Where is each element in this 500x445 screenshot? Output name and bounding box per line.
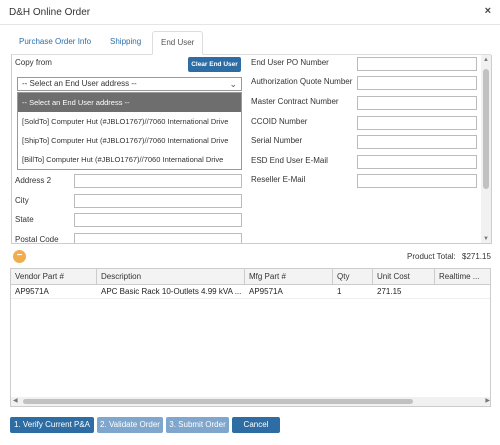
collapse-minus-icon[interactable]: − [13,250,26,263]
submit-order-button[interactable]: 3. Submit Order [166,417,229,433]
hscroll-thumb[interactable] [23,399,413,404]
po-number-label: End User PO Number [251,58,329,67]
scroll-right-icon[interactable]: ▶ [485,397,490,404]
table-row[interactable]: AP9571A APC Basic Rack 10-Outlets 4.99 k… [11,285,490,299]
dropdown-option[interactable]: [BillTo] Computer Hut (#JBLO1767)//7060 … [18,150,241,169]
reseller-email-field[interactable] [357,174,477,188]
clear-end-user-button[interactable]: Clear End User [188,57,241,72]
cell-description: APC Basic Rack 10-Outlets 4.99 kVA ... [101,287,242,296]
reseller-email-label: Reseller E-Mail [251,175,306,184]
col-description[interactable]: Description [97,269,245,285]
dropdown-option[interactable]: [ShipTo] Computer Hut (#JBLO1767)//7060 … [18,131,241,150]
window-title: D&H Online Order [9,7,91,18]
panel-vertical-scrollbar[interactable]: ▲ ▼ [481,55,491,243]
city-field[interactable] [74,194,242,208]
dropdown-option[interactable]: -- Select an End User address -- [18,93,241,112]
master-contract-field[interactable] [357,96,477,110]
cell-unit-cost: 271.15 [377,287,402,296]
col-realtime[interactable]: Realtime ... [435,269,490,285]
scroll-left-icon[interactable]: ◀ [13,397,18,404]
scroll-thumb[interactable] [483,69,489,189]
cell-mfg-part: AP9571A [249,287,283,296]
address2-label: Address 2 [15,176,52,185]
header-divider [0,24,500,25]
scroll-down-icon[interactable]: ▼ [483,236,489,242]
esd-email-label: ESD End User E-Mail [251,156,328,165]
col-qty[interactable]: Qty [333,269,373,285]
dropdown-option[interactable]: [SoldTo] Computer Hut (#JBLO1767)//7060 … [18,112,241,131]
postal-code-label: Postal Code [15,235,59,244]
col-unit-cost[interactable]: Unit Cost [373,269,435,285]
po-number-field[interactable] [357,57,477,71]
cell-vendor-part: AP9571A [15,287,49,296]
ccoid-label: CCOID Number [251,117,308,126]
tab-purchase-order-info[interactable]: Purchase Order Info [11,31,99,55]
tab-shipping[interactable]: Shipping [102,31,149,55]
scroll-up-icon[interactable]: ▲ [483,57,489,63]
postal-code-field[interactable] [74,233,242,243]
end-user-panel: Copy from Clear End User -- Select an En… [11,55,492,244]
cell-realtime [435,285,490,299]
state-label: State [15,215,34,224]
auth-quote-field[interactable] [357,76,477,90]
city-label: City [15,196,29,205]
validate-order-button[interactable]: 2. Validate Order [97,417,163,433]
cancel-button[interactable]: Cancel [232,417,280,433]
select-value: -- Select an End User address -- [22,79,137,88]
tab-end-user[interactable]: End User [152,31,204,55]
col-vendor-part[interactable]: Vendor Part # [11,269,97,285]
product-total-value: $271.15 [462,252,491,261]
verify-current-pa-button[interactable]: 1. Verify Current P&A [10,417,94,433]
tab-bar: Purchase Order Info Shipping End User [11,31,491,55]
ccoid-field[interactable] [357,116,477,130]
copy-from-label: Copy from [15,58,52,67]
state-field[interactable] [74,213,242,227]
product-total-label: Product Total: [407,252,456,261]
chevron-down-icon: ⌄ [229,79,237,89]
auth-quote-label: Authorization Quote Number [251,77,353,86]
col-mfg-part[interactable]: Mfg Part # [245,269,333,285]
address2-field[interactable] [74,174,242,188]
close-icon[interactable]: × [485,5,491,17]
grid-header: Vendor Part # Description Mfg Part # Qty… [11,269,490,285]
address-dropdown: -- Select an End User address -- [SoldTo… [17,92,242,170]
cell-qty: 1 [337,287,342,296]
esd-email-field[interactable] [357,155,477,169]
end-user-address-select[interactable]: -- Select an End User address -- ⌄ [17,77,242,91]
order-lines-grid: Vendor Part # Description Mfg Part # Qty… [10,268,491,407]
serial-number-field[interactable] [357,135,477,149]
master-contract-label: Master Contract Number [251,97,339,106]
serial-number-label: Serial Number [251,136,303,145]
grid-horizontal-scrollbar[interactable]: ◀ ▶ [11,397,490,406]
